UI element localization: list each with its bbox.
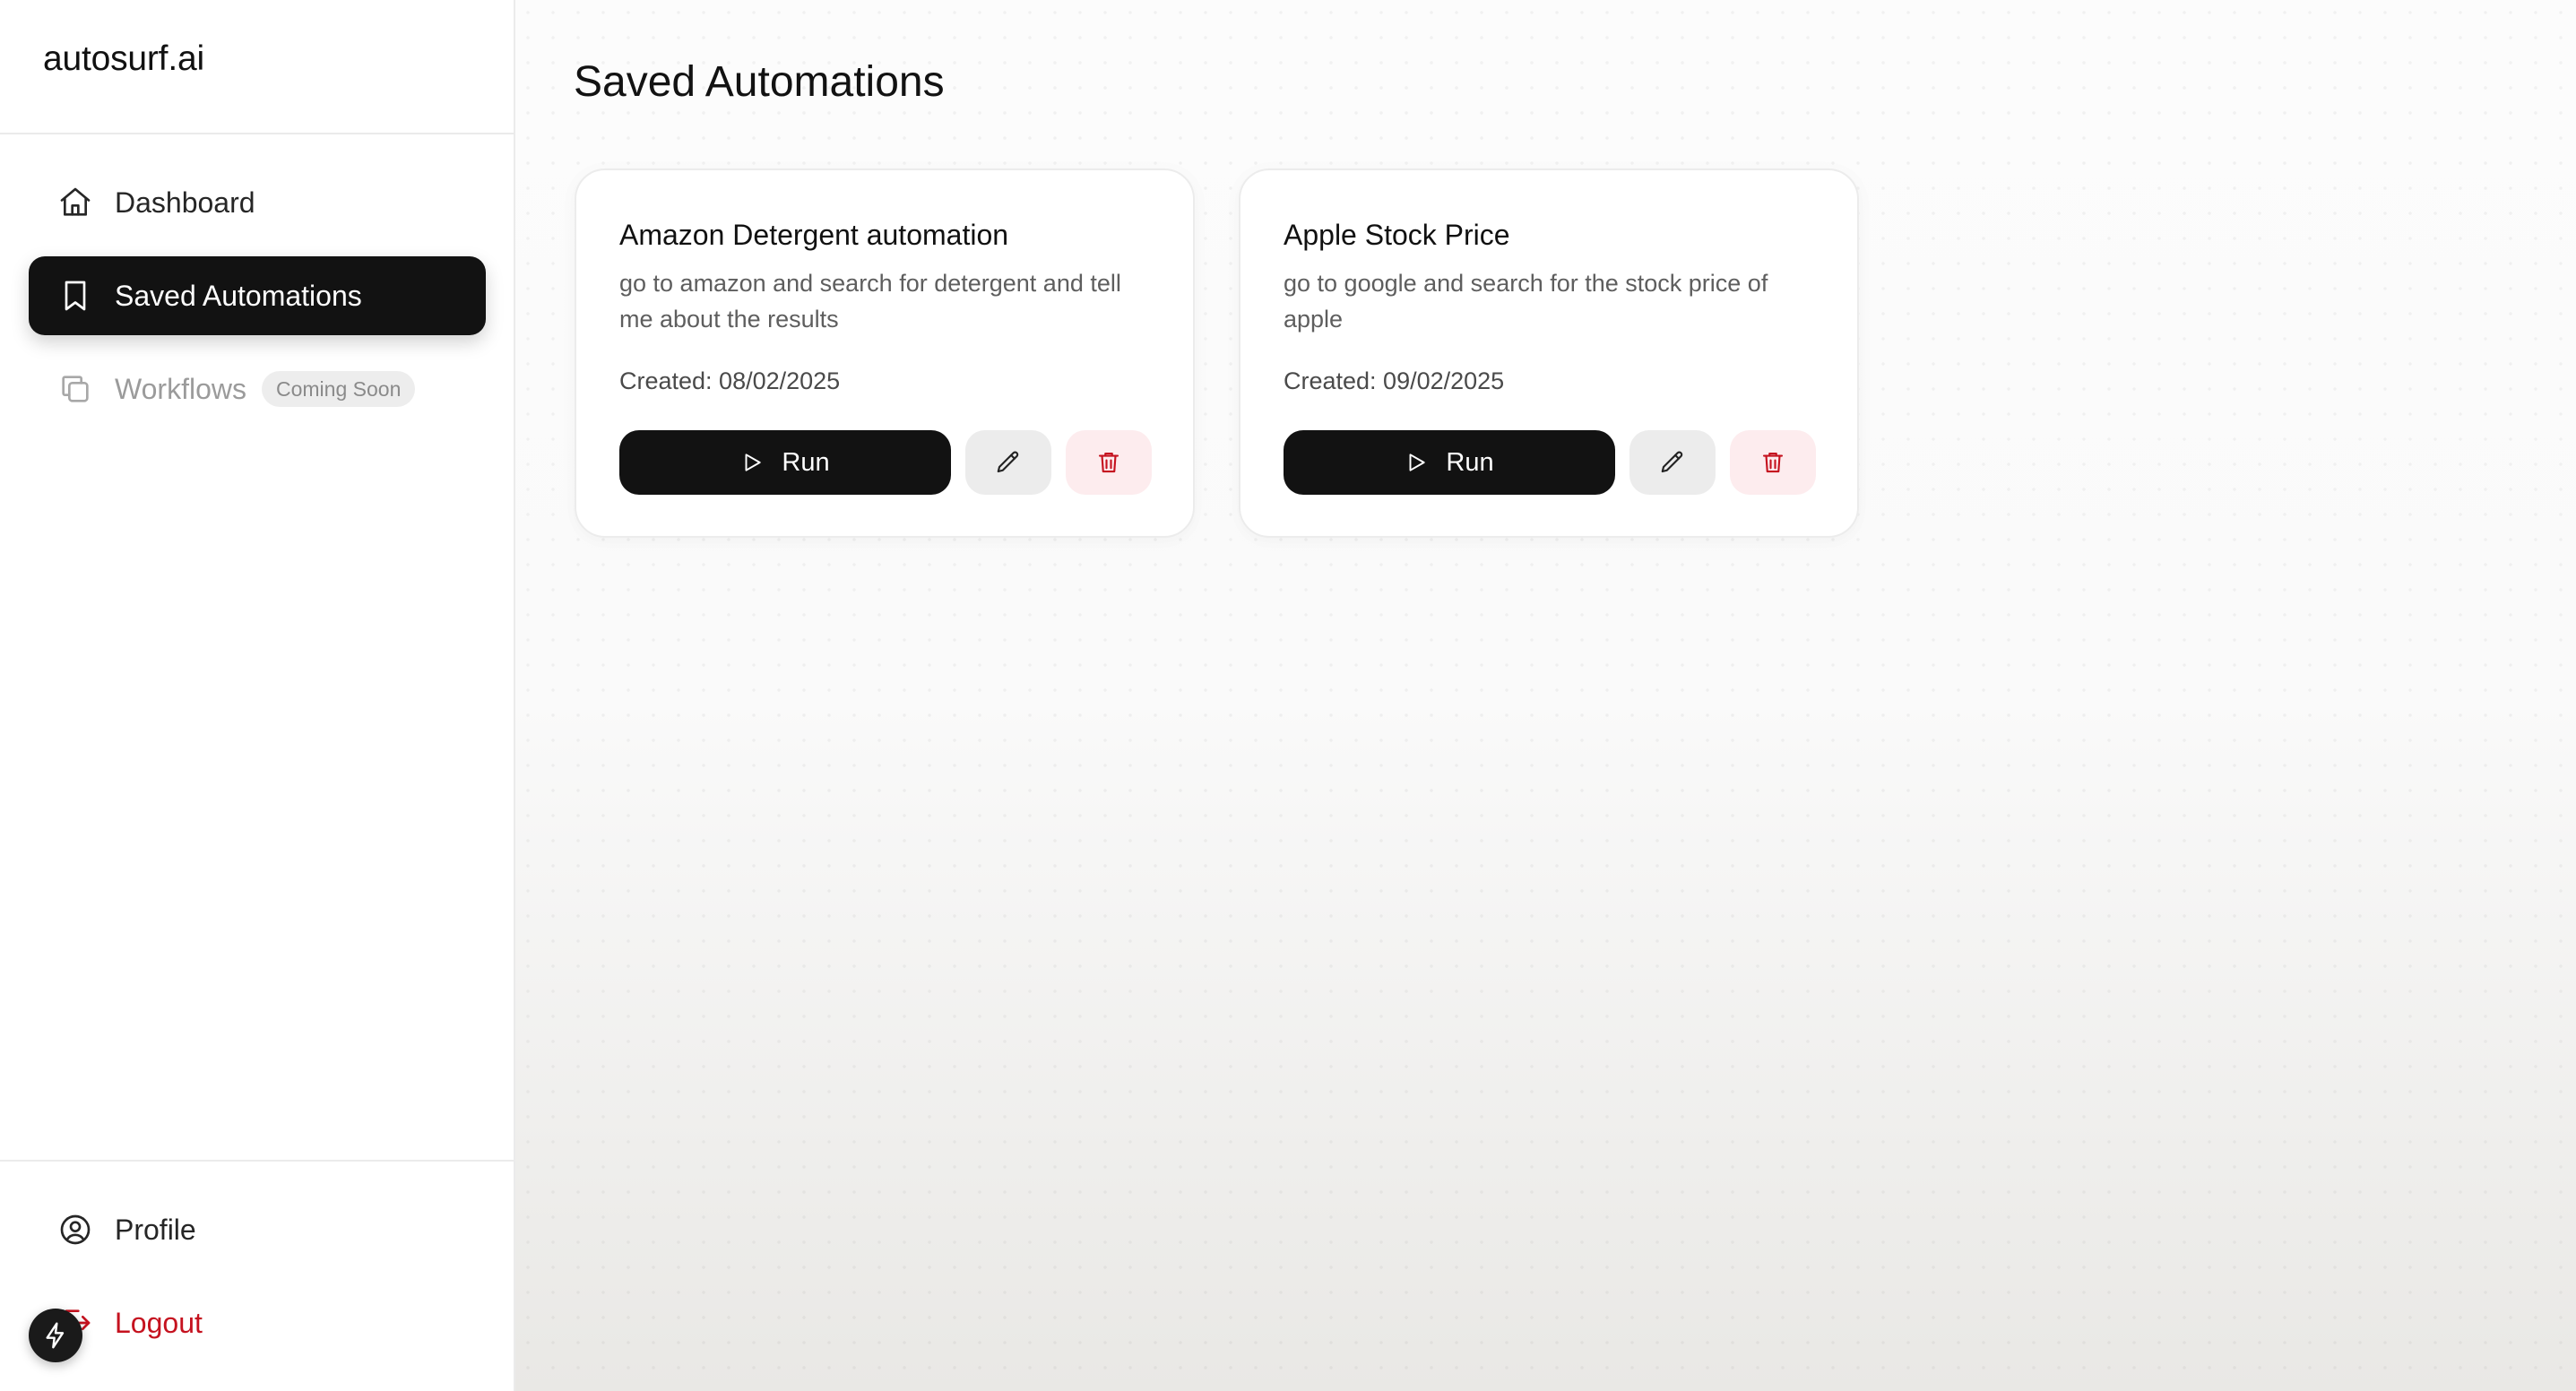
- edit-button[interactable]: [965, 430, 1051, 495]
- sidebar-item-logout[interactable]: Logout: [29, 1283, 486, 1362]
- sidebar-item-label: Profile: [115, 1213, 196, 1246]
- coming-soon-badge: Coming Soon: [262, 371, 416, 407]
- run-button-label: Run: [1446, 447, 1494, 477]
- sidebar-item-label: Dashboard: [115, 186, 255, 219]
- automation-title: Amazon Detergent automation: [619, 219, 1009, 251]
- sidebar-item-profile[interactable]: Profile: [29, 1190, 486, 1269]
- sidebar-divider-top: [0, 133, 514, 134]
- main-content: Saved Automations Amazon Detergent autom…: [515, 0, 2576, 1391]
- sidebar-item-label: Workflows: [115, 372, 246, 405]
- trash-icon: [1762, 452, 1784, 473]
- bolt-icon: [46, 1322, 65, 1349]
- run-button[interactable]: Run: [619, 430, 951, 495]
- sidebar-item-workflows: Workflows Coming Soon: [29, 350, 486, 428]
- sidebar-item-dashboard[interactable]: Dashboard: [29, 163, 486, 242]
- automation-description: go to amazon and search for detergent an…: [619, 270, 1121, 333]
- copy-icon: [62, 376, 89, 402]
- home-icon: [60, 187, 91, 216]
- sidebar-item-saved-automations[interactable]: Saved Automations: [29, 256, 486, 335]
- play-icon: [1409, 454, 1426, 471]
- edit-button[interactable]: [1629, 430, 1716, 495]
- automation-created-date: Created: 08/02/2025: [619, 367, 841, 394]
- trash-icon: [1098, 452, 1119, 473]
- sidebar-divider-bottom: [0, 1160, 514, 1162]
- automation-title: Apple Stock Price: [1284, 219, 1510, 251]
- automation-created-date: Created: 09/02/2025: [1284, 367, 1505, 394]
- bookmark-icon: [65, 281, 86, 311]
- automation-description: go to google and search for the stock pr…: [1284, 270, 1768, 333]
- sidebar-item-label: Logout: [115, 1306, 203, 1339]
- page-title: Saved Automations: [574, 58, 945, 106]
- automation-card: Apple Stock Price go to google and searc…: [1239, 168, 1859, 538]
- pencil-icon: [997, 451, 1019, 473]
- quick-action-button[interactable]: [29, 1309, 82, 1362]
- sidebar: autosurf.ai Dashboard Saved Automations …: [0, 0, 515, 1391]
- sidebar-item-label: Saved Automations: [115, 279, 362, 312]
- delete-button[interactable]: [1730, 430, 1816, 495]
- user-circle-icon: [60, 1214, 91, 1245]
- play-icon: [745, 454, 762, 471]
- automation-card: Amazon Detergent automation go to amazon…: [575, 168, 1195, 538]
- delete-button[interactable]: [1066, 430, 1152, 495]
- run-button[interactable]: Run: [1284, 430, 1615, 495]
- brand-logo[interactable]: autosurf.ai: [43, 39, 204, 79]
- run-button-label: Run: [782, 447, 830, 477]
- pencil-icon: [1661, 451, 1683, 473]
